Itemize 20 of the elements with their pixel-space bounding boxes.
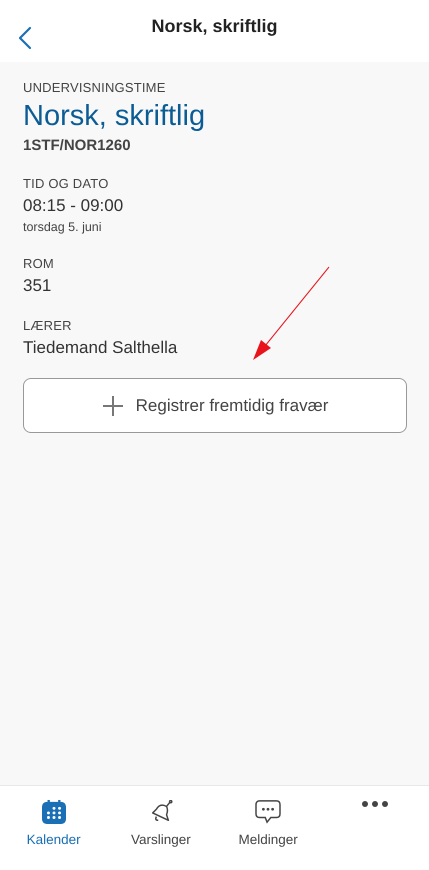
tab[interactable]: Varslinger	[107, 786, 214, 848]
field-value: 351	[23, 276, 52, 296]
calendar-icon	[40, 800, 67, 824]
screen-title: Norsk, skriftlig	[151, 16, 278, 36]
more-icon	[361, 800, 390, 808]
field-value: Tiedemand Salthella	[23, 338, 178, 358]
chat-icon	[254, 800, 282, 824]
field-value: 08:15 - 09:00	[23, 196, 124, 216]
tab[interactable]: Kalender	[0, 786, 108, 848]
lesson-title: Norsk, skriftlig	[23, 100, 206, 133]
course-code: 1STF/NOR1260	[23, 137, 131, 154]
back-icon	[18, 26, 32, 50]
tab[interactable]: Meldinger	[214, 786, 322, 848]
field-label: LÆRER	[23, 318, 72, 333]
plus-icon	[102, 394, 124, 416]
lesson-type-label: UNDERVISNINGSTIME	[23, 80, 166, 95]
register-absence-button[interactable]: Registrer fremtidig fravær	[23, 378, 407, 433]
field-label: ROM	[23, 256, 54, 271]
field-label: TID OG DATO	[23, 176, 109, 191]
field-detail: torsdag 5. juni	[23, 220, 102, 234]
